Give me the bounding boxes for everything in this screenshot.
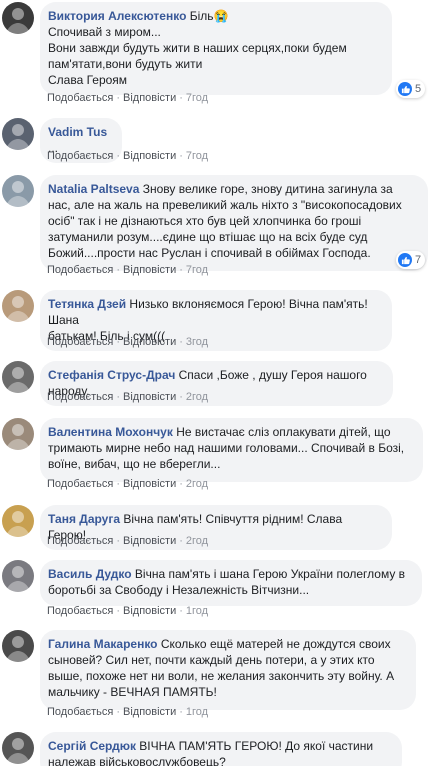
- comment-timestamp[interactable]: 2год: [186, 391, 208, 403]
- like-link[interactable]: Подобається: [47, 92, 113, 104]
- separator: ·: [116, 264, 120, 276]
- reply-link[interactable]: Відповісти: [123, 478, 176, 490]
- comment-timestamp[interactable]: 1год: [186, 706, 208, 718]
- separator: ·: [116, 391, 120, 403]
- comment-author[interactable]: Сергій Сердюк: [48, 739, 136, 753]
- reaction-badge[interactable]: 7: [396, 251, 426, 269]
- comment-author[interactable]: Виктория Алексютенко: [48, 9, 186, 23]
- like-link[interactable]: Подобається: [47, 478, 113, 490]
- comment-bubble: Виктория Алексютенко Біль😭 Спочивай з ми…: [40, 2, 392, 95]
- comment-actions: Подобається · Відповісти · 2год: [47, 390, 208, 404]
- separator: ·: [116, 92, 120, 104]
- separator: ·: [116, 605, 120, 617]
- separator: ·: [179, 391, 183, 403]
- reply-link[interactable]: Відповісти: [123, 150, 176, 162]
- avatar[interactable]: [2, 175, 34, 207]
- separator: ·: [179, 92, 183, 104]
- comment-bubble: Валентина Мохончук Не вистачає сліз опла…: [40, 418, 423, 482]
- comment-actions: Подобається · Відповісти · 2год: [47, 534, 208, 548]
- comment-actions: Подобається · Відповісти · 7год: [47, 91, 208, 105]
- separator: ·: [179, 478, 183, 490]
- like-link[interactable]: Подобається: [47, 150, 113, 162]
- comment-author[interactable]: Vadim Tus: [48, 125, 107, 139]
- thumbs-up-icon: [398, 82, 412, 96]
- avatar[interactable]: [2, 505, 34, 537]
- comment-timestamp[interactable]: 2год: [186, 478, 208, 490]
- separator: ·: [179, 150, 183, 162]
- like-link[interactable]: Подобається: [47, 535, 113, 547]
- avatar[interactable]: [2, 361, 34, 393]
- comment-timestamp[interactable]: 7год: [186, 264, 208, 276]
- separator: ·: [116, 336, 120, 348]
- separator: ·: [179, 706, 183, 718]
- avatar[interactable]: [2, 118, 34, 150]
- comment-author[interactable]: Галина Макаренко: [48, 637, 158, 651]
- reply-link[interactable]: Відповісти: [123, 391, 176, 403]
- separator: ·: [179, 535, 183, 547]
- comment-bubble: Natalia Paltseva Знову велике горе, знов…: [40, 175, 428, 271]
- comment-bubble: Василь Дудко Вічна пам'ять і шана Герою …: [40, 560, 422, 606]
- comment-author[interactable]: Василь Дудко: [48, 567, 132, 581]
- like-link[interactable]: Подобається: [47, 391, 113, 403]
- reaction-badge[interactable]: 5: [396, 80, 426, 98]
- separator: ·: [116, 150, 120, 162]
- comment-timestamp[interactable]: 1год: [186, 605, 208, 617]
- reply-link[interactable]: Відповісти: [123, 535, 176, 547]
- thumbs-up-icon: [398, 253, 412, 267]
- reply-link[interactable]: Відповісти: [123, 336, 176, 348]
- comment-actions: Подобається · Відповісти · 2год: [47, 477, 208, 491]
- avatar[interactable]: [2, 2, 34, 34]
- avatar[interactable]: [2, 418, 34, 450]
- comment-timestamp[interactable]: 2год: [186, 535, 208, 547]
- separator: ·: [179, 605, 183, 617]
- comment-author[interactable]: Стефанія Струс-Драч: [48, 368, 175, 382]
- comment-actions: Подобається · Відповісти · 7год: [47, 149, 208, 163]
- like-link[interactable]: Подобається: [47, 706, 113, 718]
- comment-timestamp[interactable]: 7год: [186, 92, 208, 104]
- comment-author[interactable]: Тетянка Дзей: [48, 297, 126, 311]
- separator: ·: [116, 478, 120, 490]
- reaction-count: 5: [415, 83, 422, 95]
- separator: ·: [116, 535, 120, 547]
- comment-author[interactable]: Таня Даруга: [48, 512, 120, 526]
- like-link[interactable]: Подобається: [47, 264, 113, 276]
- like-link[interactable]: Подобається: [47, 336, 113, 348]
- like-link[interactable]: Подобається: [47, 605, 113, 617]
- comment-author[interactable]: Natalia Paltseva: [48, 182, 139, 196]
- avatar[interactable]: [2, 560, 34, 592]
- comment-actions: Подобається · Відповісти · 7год: [47, 263, 208, 277]
- reply-link[interactable]: Відповісти: [123, 605, 176, 617]
- comment-actions: Подобається · Відповісти · 1год: [47, 705, 208, 719]
- comment-actions: Подобається · Відповісти · 1год: [47, 604, 208, 618]
- separator: ·: [179, 336, 183, 348]
- avatar[interactable]: [2, 630, 34, 662]
- avatar[interactable]: [2, 732, 34, 764]
- comment-timestamp[interactable]: 7год: [186, 150, 208, 162]
- reply-link[interactable]: Відповісти: [123, 92, 176, 104]
- reaction-count: 7: [415, 254, 422, 266]
- separator: ·: [179, 264, 183, 276]
- reply-link[interactable]: Відповісти: [123, 264, 176, 276]
- separator: ·: [116, 706, 120, 718]
- comment-bubble: Сергій Сердюк ВІЧНА ПАМ'ЯТЬ ГЕРОЮ! До як…: [40, 732, 402, 766]
- comment-timestamp[interactable]: 3год: [186, 336, 208, 348]
- reply-link[interactable]: Відповісти: [123, 706, 176, 718]
- comment-author[interactable]: Валентина Мохончук: [48, 425, 173, 439]
- comment-bubble: Галина Макаренко Сколько ещё матерей не …: [40, 630, 416, 710]
- comment-actions: Подобається · Відповісти · 3год: [47, 335, 208, 349]
- avatar[interactable]: [2, 290, 34, 322]
